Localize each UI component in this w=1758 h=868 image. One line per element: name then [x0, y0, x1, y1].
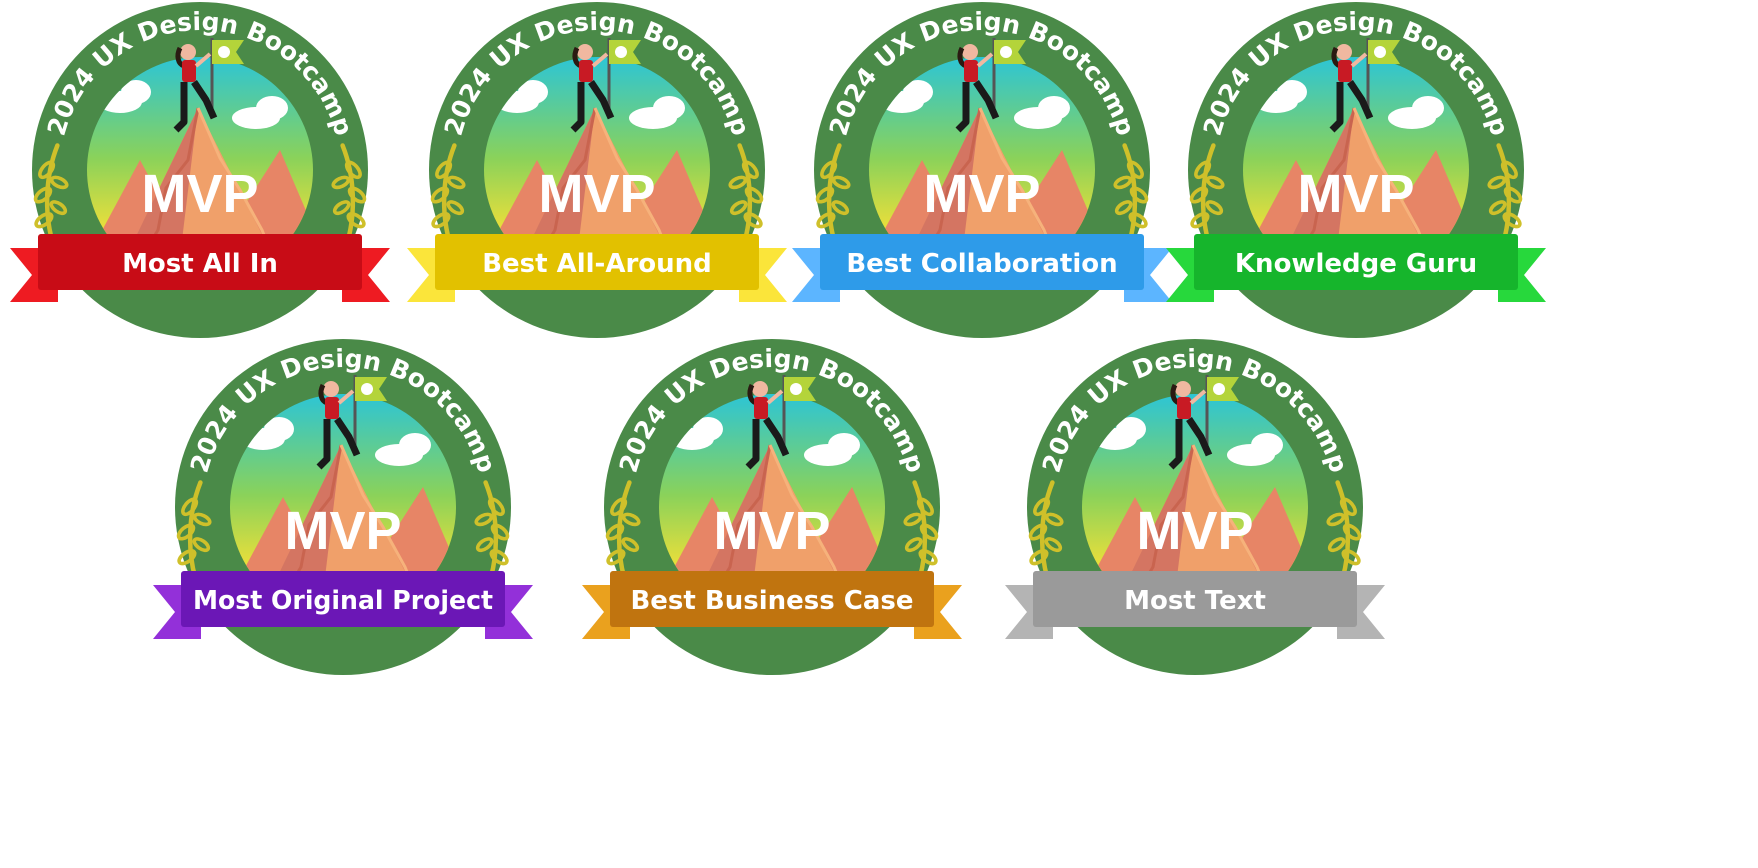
badge-graphic: 2024 UX Design Bootcamp MVP Most Origina… — [153, 339, 533, 675]
badge-graphic: 2024 UX Design Bootcamp MVP Best All-Aro… — [407, 2, 787, 338]
badge-graphic: 2024 UX Design Bootcamp MVP Most All In — [10, 2, 390, 338]
award-badge-6: 2024 UX Design Bootcamp MVP Best Busines… — [572, 327, 972, 707]
mvp-label: MVP — [923, 164, 1040, 224]
badge-graphic: 2024 UX Design Bootcamp MVP Knowledge Gu… — [1166, 2, 1546, 338]
mvp-label: MVP — [713, 501, 830, 561]
award-badge-1: 2024 UX Design Bootcamp MVP Most All In — [0, 0, 400, 370]
award-badge-2: 2024 UX Design Bootcamp MVP Best All-Aro… — [397, 0, 797, 370]
award-title: Best All-Around — [482, 249, 712, 279]
award-title: Most All In — [122, 249, 278, 279]
mvp-label: MVP — [538, 164, 655, 224]
mvp-label: MVP — [141, 164, 258, 224]
mvp-label: MVP — [1297, 164, 1414, 224]
award-title: Best Business Case — [630, 586, 913, 616]
award-title: Most Text — [1124, 586, 1266, 616]
mvp-label: MVP — [284, 501, 401, 561]
award-title: Most Original Project — [193, 586, 493, 616]
award-badge-4: 2024 UX Design Bootcamp MVP Knowledge Gu… — [1156, 0, 1556, 370]
badge-graphic: 2024 UX Design Bootcamp MVP Most Text — [1005, 339, 1385, 675]
mvp-label: MVP — [1136, 501, 1253, 561]
badge-sheet: 2024 UX Design Bootcamp MVP Most All In — [0, 0, 1758, 868]
badge-graphic: 2024 UX Design Bootcamp MVP Best Collabo… — [792, 2, 1172, 338]
award-title: Knowledge Guru — [1235, 249, 1477, 279]
award-title: Best Collaboration — [846, 249, 1117, 279]
award-badge-5: 2024 UX Design Bootcamp MVP Most Origina… — [143, 327, 543, 707]
award-badge-7: 2024 UX Design Bootcamp MVP Most Text — [995, 327, 1395, 707]
award-badge-3: 2024 UX Design Bootcamp MVP Best Collabo… — [782, 0, 1182, 370]
badge-graphic: 2024 UX Design Bootcamp MVP Best Busines… — [582, 339, 962, 675]
